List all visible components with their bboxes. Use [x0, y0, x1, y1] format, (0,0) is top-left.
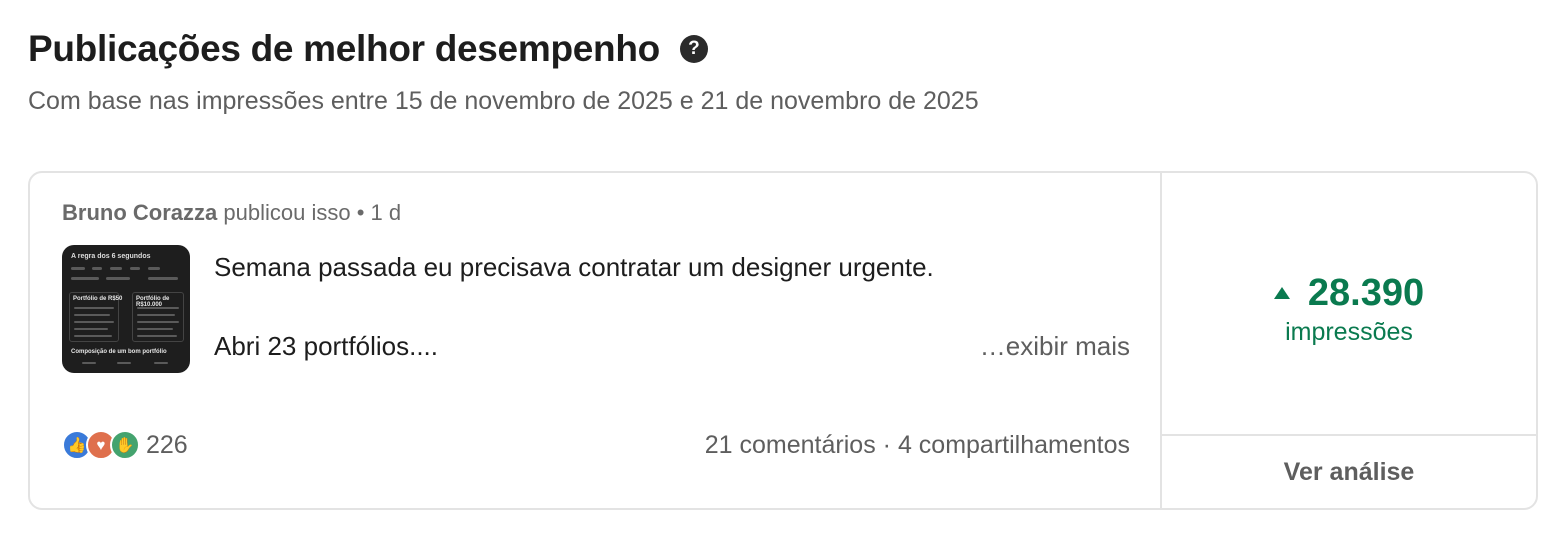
impressions-metric: 28.390 impressões	[1162, 173, 1536, 436]
comments-link[interactable]: 21 comentários	[705, 431, 876, 459]
post-time: 1 d	[370, 200, 402, 225]
engagement-stats: 21 comentários · 4 compartilhamentos	[705, 430, 1130, 460]
page-title: Publicações de melhor desempenho	[28, 28, 660, 69]
show-more-link[interactable]: …exibir mais	[980, 330, 1130, 362]
metric-value-row: 28.390	[1273, 271, 1425, 315]
up-arrow-icon	[1273, 286, 1290, 299]
section-title: Publicações de melhor desempenho ?	[28, 26, 708, 72]
thumbnail-title: A regra dos 6 segundos	[71, 253, 151, 260]
impressions-label: impressões	[1285, 317, 1413, 346]
shares-link[interactable]: 4 compartilhamentos	[898, 431, 1130, 459]
metric-panel: 28.390 impressões Ver análise	[1162, 173, 1536, 508]
reaction-count: 226	[146, 430, 188, 459]
separator-dot: •	[356, 200, 365, 225]
post-author-line: Bruno Corazza publicou isso • 1 d	[62, 200, 401, 226]
thumbnail-footer: Composição de um bom portfólio	[71, 349, 167, 355]
separator-dot: ·	[882, 431, 891, 459]
page-subtitle: Com base nas impressões entre 15 de nove…	[28, 87, 979, 115]
post-text-line2: Abri 23 portfólios....	[214, 331, 438, 361]
post-author[interactable]: Bruno Corazza	[62, 200, 217, 225]
view-analysis-button[interactable]: Ver análise	[1162, 436, 1536, 508]
impressions-value: 28.390	[1307, 271, 1425, 314]
post-panel: Bruno Corazza publicou isso • 1 d A regr…	[30, 173, 1162, 508]
post-action: publicou isso	[223, 200, 351, 225]
top-post-card: Bruno Corazza publicou isso • 1 d A regr…	[28, 171, 1538, 510]
post-thumbnail[interactable]: A regra dos 6 segundos Portfólio de R$50…	[62, 245, 190, 373]
help-icon[interactable]: ?	[679, 35, 708, 63]
support-icon: ✋	[110, 430, 140, 460]
post-text-line1: Semana passada eu precisava contratar um…	[214, 252, 934, 282]
reactions-summary[interactable]: 👍 ♥ ✋ 226	[62, 430, 188, 460]
thumbnail-col1: Portfólio de R$50	[73, 296, 123, 302]
